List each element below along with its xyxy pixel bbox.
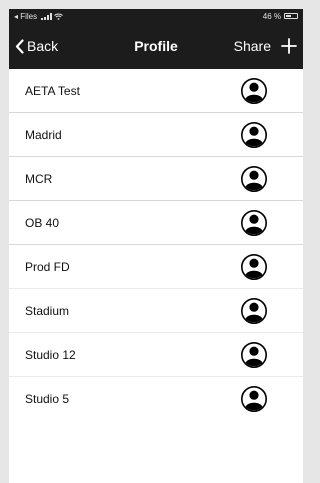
- signal-icon: [41, 12, 53, 20]
- add-button[interactable]: [281, 38, 297, 54]
- user-circle-icon[interactable]: [240, 341, 268, 369]
- share-button[interactable]: Share: [234, 38, 271, 54]
- profile-row[interactable]: Prod FD: [9, 245, 303, 289]
- profile-name: OB 40: [25, 215, 60, 230]
- status-left: ◂ Files: [14, 12, 63, 21]
- user-circle-icon[interactable]: [240, 253, 268, 281]
- plus-icon: [281, 38, 297, 54]
- user-circle-icon[interactable]: [240, 209, 268, 237]
- user-circle-icon[interactable]: [240, 165, 268, 193]
- user-circle-icon[interactable]: [240, 121, 268, 149]
- profile-row[interactable]: Studio 12: [9, 333, 303, 377]
- user-circle-icon[interactable]: [240, 385, 268, 413]
- profile-row[interactable]: AETA Test: [9, 69, 303, 113]
- profile-name: AETA Test: [25, 83, 80, 98]
- profile-row[interactable]: Madrid: [9, 113, 303, 157]
- user-circle-icon[interactable]: [240, 77, 268, 105]
- navigation-bar: Back Profile Share: [9, 23, 303, 69]
- profile-name: Studio 12: [25, 347, 76, 362]
- battery-icon: [284, 13, 298, 19]
- back-button[interactable]: Back: [15, 38, 58, 54]
- user-circle-icon[interactable]: [240, 297, 268, 325]
- profile-row[interactable]: OB 40: [9, 201, 303, 245]
- phone-screen: ◂ Files 46 % Back Profile Share AETA Tes…: [9, 9, 303, 483]
- nav-actions: Share: [234, 38, 297, 54]
- status-right: 46 %: [263, 12, 298, 21]
- profile-list: AETA Test Madrid MCR OB 40 Prod FD Stadi…: [9, 69, 303, 421]
- profile-name: Prod FD: [25, 259, 70, 274]
- profile-name: Studio 5: [25, 392, 70, 406]
- status-bar: ◂ Files 46 %: [9, 9, 303, 23]
- profile-row[interactable]: Stadium: [9, 289, 303, 333]
- profile-name: Madrid: [25, 127, 62, 142]
- profile-row[interactable]: Studio 5: [9, 377, 303, 421]
- wifi-icon: [54, 13, 63, 20]
- profile-name: MCR: [25, 171, 53, 186]
- battery-percent: 46 %: [262, 11, 281, 21]
- chevron-left-icon: [15, 38, 24, 54]
- back-label: Back: [27, 38, 59, 54]
- back-to-app-link[interactable]: ◂ Files: [14, 12, 37, 21]
- profile-name: Stadium: [25, 303, 70, 318]
- battery-level: [286, 15, 291, 17]
- profile-row[interactable]: MCR: [9, 157, 303, 201]
